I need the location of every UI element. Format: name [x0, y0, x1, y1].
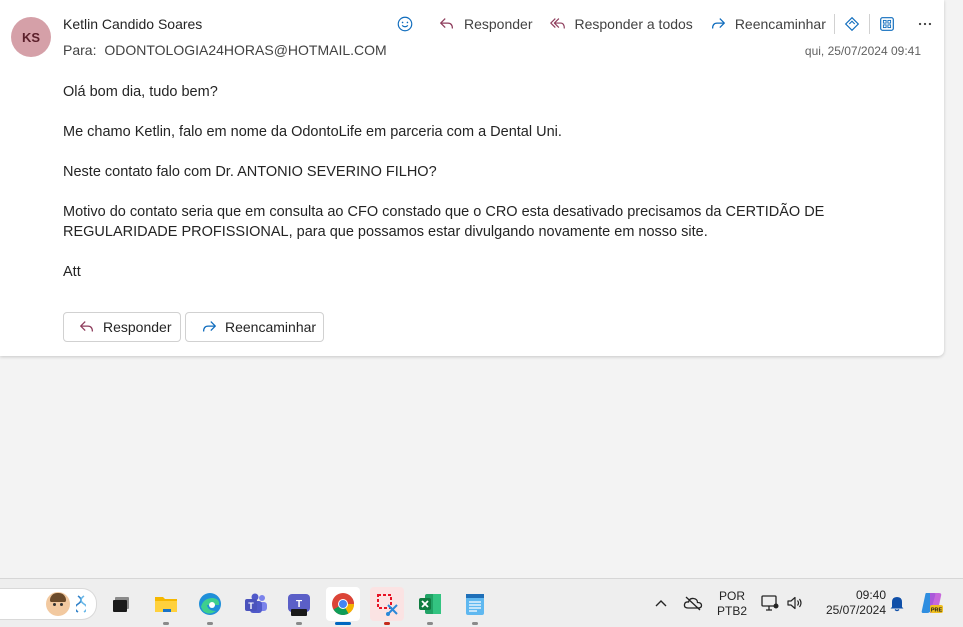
- chevron-up-icon: [655, 600, 667, 607]
- chrome-browser-icon: [332, 593, 354, 615]
- clock-date: 25/07/2024: [825, 603, 886, 617]
- folder-icon: [155, 597, 177, 612]
- search-highlight-person-icon: [46, 592, 70, 616]
- reply-label: Responder: [464, 16, 533, 32]
- copilot-icon: PRE: [921, 593, 943, 614]
- clock[interactable]: 09:40 25/07/2024: [814, 588, 886, 618]
- apps-grid-icon: [879, 17, 894, 31]
- cloud-offline-icon: [683, 596, 703, 611]
- forward-icon: [202, 321, 216, 332]
- taskbar-file-explorer[interactable]: [149, 587, 183, 625]
- notepad-icon: [466, 594, 484, 615]
- show-hidden-icons-button[interactable]: [653, 595, 669, 616]
- reply-icon: [440, 18, 454, 29]
- monitor-network-icon: [761, 595, 779, 611]
- network-status[interactable]: [760, 594, 780, 617]
- body-paragraph: Olá bom dia, tudo bem?: [63, 84, 218, 100]
- teams-icon: T: [245, 593, 267, 613]
- svg-text:T: T: [296, 599, 302, 610]
- diamond-tag-icon: [844, 16, 860, 32]
- windows-taskbar: T T POR PTB2 09:40 25/07/2024 PRE: [0, 578, 963, 627]
- body-paragraph: Motivo do contato seria que em consulta …: [63, 204, 825, 240]
- recipient-address[interactable]: ODONTOLOGIA24HORAS@HOTMAIL.COM: [104, 42, 386, 58]
- message-card: KS Ketlin Candido Soares Para: ODONTOLOG…: [0, 0, 944, 356]
- taskbar-notepad[interactable]: [458, 587, 492, 625]
- svg-text:T: T: [248, 601, 254, 611]
- emoji-reaction-button[interactable]: [392, 11, 418, 37]
- smiley-icon: [397, 16, 413, 32]
- more-dots-icon: [918, 22, 931, 26]
- input-language-indicator[interactable]: POR PTB2: [714, 589, 750, 619]
- teams-new-icon: T: [288, 594, 310, 616]
- message-toolbar: Responder Responder a todos Reencaminhar: [392, 11, 938, 37]
- taskbar-search-box[interactable]: [0, 588, 97, 620]
- taskbar-snipping-tool[interactable]: [370, 587, 404, 625]
- reply-icon: [80, 321, 94, 332]
- body-paragraph: Att: [63, 264, 81, 280]
- forward-action-button[interactable]: Reencaminhar: [185, 312, 324, 342]
- taskbar-chrome[interactable]: [326, 587, 360, 625]
- reply-all-icon: [549, 18, 565, 29]
- to-label: Para:: [63, 42, 97, 58]
- reply-all-button[interactable]: Responder a todos: [545, 11, 697, 37]
- toolbar-divider: [868, 14, 870, 34]
- task-view-button[interactable]: [104, 587, 138, 621]
- keyboard-layout: PTB2: [716, 604, 747, 618]
- forward-button[interactable]: Reencaminhar: [705, 11, 830, 37]
- body-paragraph: Me chamo Ketlin, falo em nome da OdontoL…: [63, 124, 562, 140]
- message-body: Olá bom dia, tudo bem? Me chamo Ketlin, …: [63, 82, 883, 302]
- message-date: qui, 25/07/2024 09:41: [804, 44, 921, 58]
- recipient-line: Para: ODONTOLOGIA24HORAS@HOTMAIL.COM: [63, 42, 387, 58]
- taskbar-excel[interactable]: [413, 587, 447, 625]
- volume-control[interactable]: [786, 594, 804, 617]
- sender-name[interactable]: Ketlin Candido Soares: [63, 16, 202, 32]
- excel-icon: [419, 594, 441, 614]
- edge-browser-icon: [199, 593, 221, 615]
- language-code: POR: [718, 589, 745, 603]
- snipping-tool-icon: [377, 594, 398, 616]
- reply-action-button[interactable]: Responder: [63, 312, 181, 342]
- toolbar-divider: [833, 14, 835, 34]
- more-actions-button[interactable]: [912, 11, 938, 37]
- bell-icon: [890, 597, 904, 612]
- sender-avatar[interactable]: KS: [11, 17, 51, 57]
- clock-time: 09:40: [855, 588, 886, 602]
- speaker-icon: [787, 596, 802, 610]
- forward-icon: [711, 18, 725, 29]
- svg-text:PRE: PRE: [931, 608, 943, 614]
- onedrive-status[interactable]: [683, 594, 703, 617]
- forward-label: Reencaminhar: [734, 16, 826, 32]
- apps-button[interactable]: [874, 11, 900, 37]
- dna-helix-icon: [74, 595, 88, 613]
- reply-button[interactable]: Responder: [434, 11, 537, 37]
- taskbar-edge[interactable]: [193, 587, 227, 625]
- copilot-button[interactable]: PRE: [919, 590, 945, 621]
- immersive-reader-button[interactable]: [839, 11, 865, 37]
- task-view-icon: [113, 597, 129, 612]
- reply-action-label: Responder: [103, 319, 172, 335]
- notifications-button[interactable]: [888, 594, 906, 617]
- reply-all-label: Responder a todos: [574, 16, 693, 32]
- body-paragraph: Neste contato falo com Dr. ANTONIO SEVER…: [63, 164, 437, 180]
- taskbar-teams-new[interactable]: T: [282, 587, 316, 625]
- taskbar-teams[interactable]: T: [239, 587, 273, 621]
- forward-action-label: Reencaminhar: [225, 319, 317, 335]
